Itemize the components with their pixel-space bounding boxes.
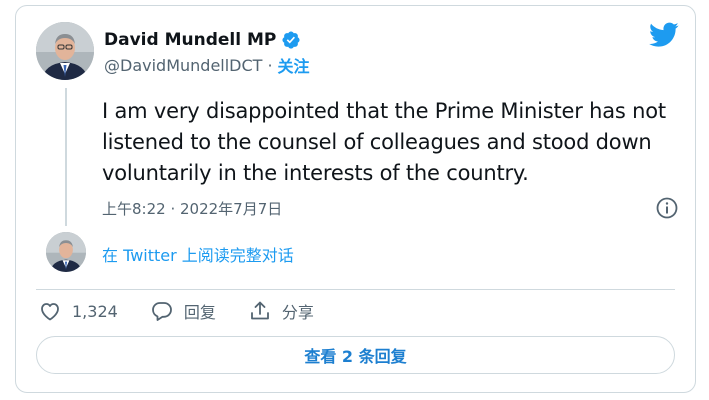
follow-button[interactable]: 关注 — [278, 53, 310, 77]
reply-label: 回复 — [183, 303, 216, 322]
author-avatar[interactable] — [36, 22, 94, 80]
verified-badge-icon — [282, 31, 300, 49]
share-upload-icon — [250, 301, 269, 320]
share-label: 分享 — [281, 303, 314, 322]
twitter-bird-icon[interactable] — [649, 22, 679, 48]
thread-author-avatar[interactable] — [46, 232, 86, 272]
heart-icon — [41, 303, 59, 321]
tweet-timestamp[interactable]: 上午8:22 · 2022年7月7日 — [102, 198, 282, 219]
info-icon[interactable] — [655, 196, 679, 220]
tweet-card: David Mundell MP @DavidMundellDCT · 关注 I… — [15, 5, 696, 393]
thread-line — [65, 88, 67, 226]
actions-divider — [36, 289, 675, 290]
author-handle-row: @DavidMundellDCT · 关注 — [104, 53, 310, 77]
tweet-actions: 1,324 回复 分享 — [38, 298, 346, 324]
author-name-row[interactable]: David Mundell MP — [104, 28, 301, 52]
view-replies-button[interactable]: 查看 2 条回复 — [36, 336, 675, 374]
tweet-text: I am very disappointed that the Prime Mi… — [102, 99, 666, 185]
like-button[interactable]: 1,324 — [38, 299, 118, 323]
author-handle[interactable]: @DavidMundellDCT — [104, 56, 262, 75]
handle-separator: · — [267, 55, 273, 75]
share-button[interactable]: 分享 — [248, 299, 314, 323]
read-full-conversation-link[interactable]: 在 Twitter 上阅读完整对话 — [102, 242, 294, 266]
author-display-name[interactable]: David Mundell MP — [104, 30, 276, 50]
like-count: 1,324 — [72, 301, 118, 321]
speech-bubble-icon — [151, 302, 172, 321]
reply-button[interactable]: 回复 — [150, 299, 216, 323]
